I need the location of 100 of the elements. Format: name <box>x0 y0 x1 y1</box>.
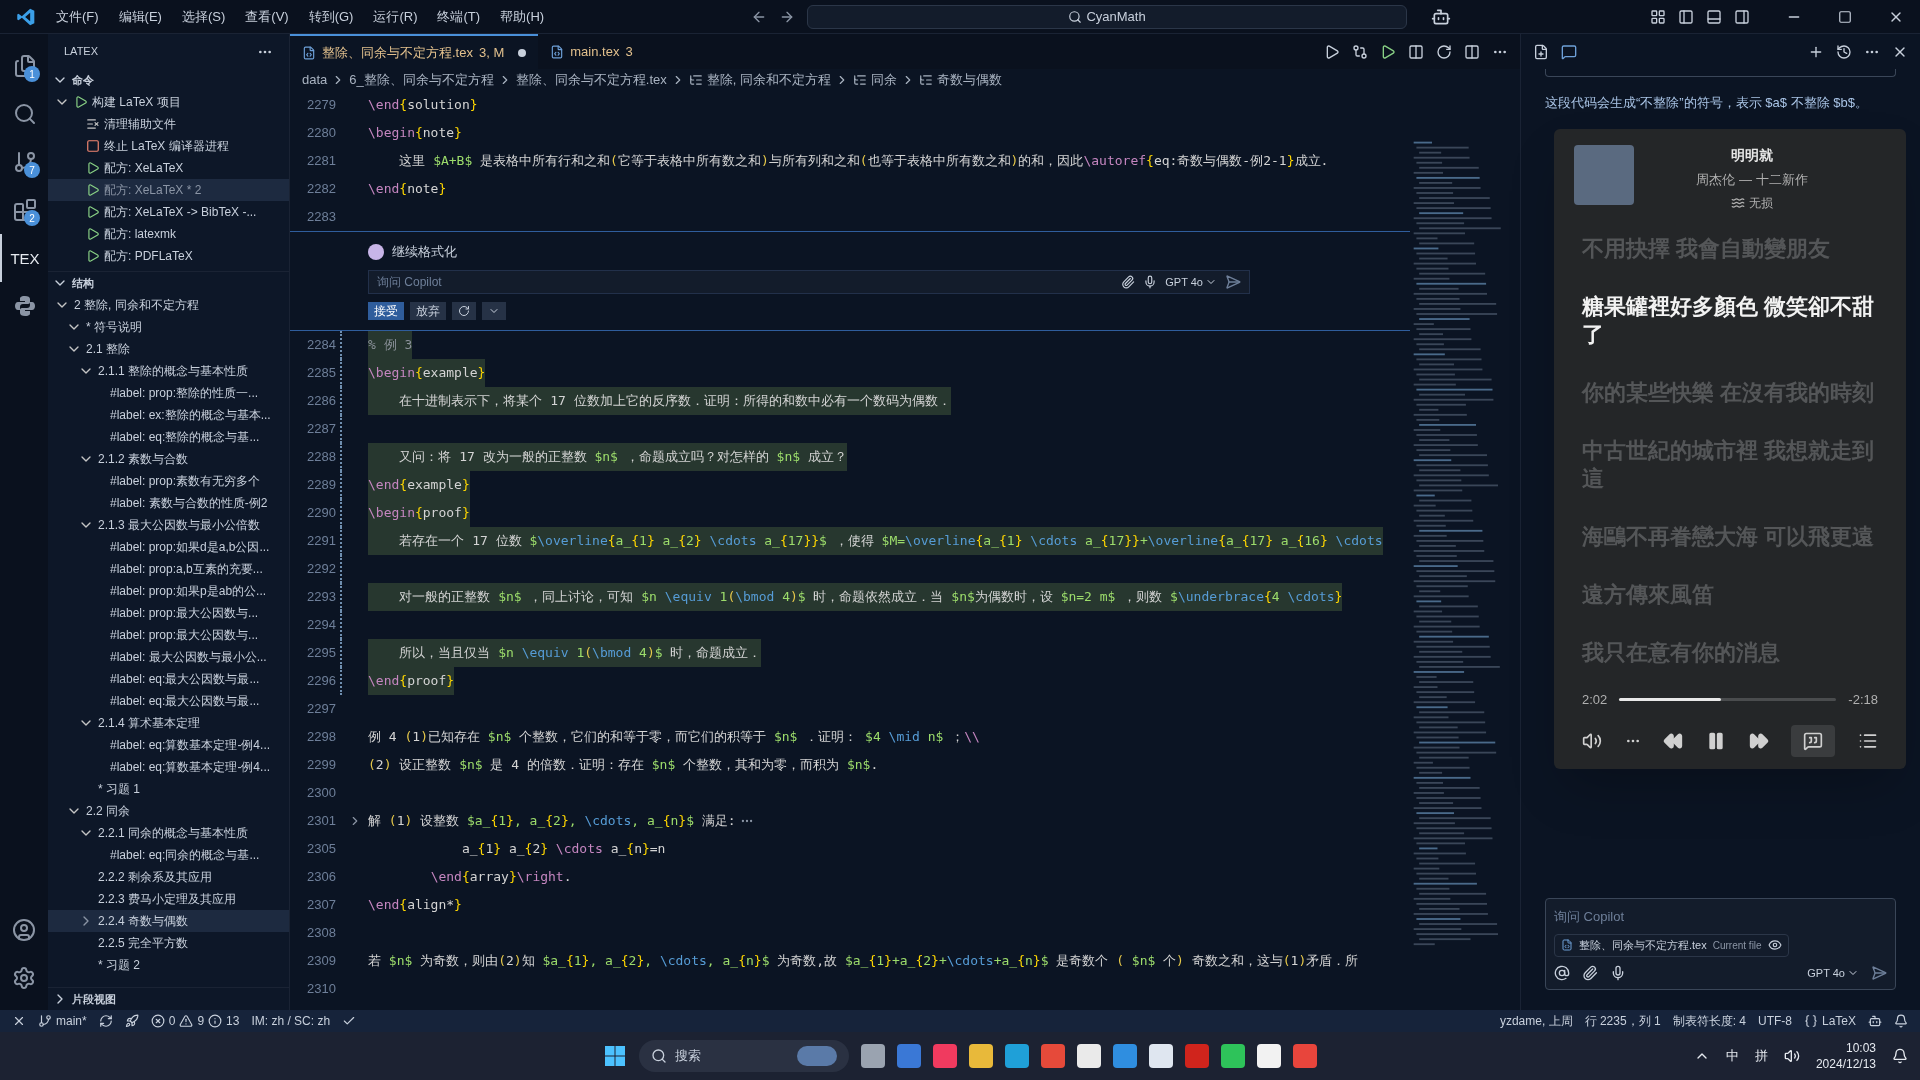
python-icon[interactable] <box>13 294 37 318</box>
extensions-icon[interactable] <box>13 198 37 222</box>
input-method-indicator[interactable]: 拼 <box>1754 1046 1768 1066</box>
settings-icon[interactable] <box>12 966 36 990</box>
discard-button[interactable]: 放弃 <box>410 301 446 320</box>
split-editor-icon[interactable] <box>1464 43 1480 60</box>
tree-item[interactable]: 2.1 整除 <box>48 338 289 360</box>
search-icon[interactable] <box>13 102 37 126</box>
tree-item[interactable]: * 习题 2 <box>48 954 289 976</box>
run-icon[interactable] <box>1324 43 1340 60</box>
volume-icon[interactable] <box>1582 731 1602 751</box>
send-icon[interactable] <box>1871 964 1887 981</box>
menu-item[interactable]: 文件(F) <box>48 6 107 27</box>
toggle-panel-icon[interactable] <box>1706 8 1722 25</box>
cursor-position[interactable]: 行 2235，列 1 <box>1584 1012 1661 1030</box>
check-icon[interactable] <box>342 1014 357 1028</box>
attach-icon[interactable] <box>1121 274 1136 289</box>
tree-item[interactable]: 清理辅助文件 <box>48 113 289 135</box>
language-mode[interactable]: LaTeX <box>1803 1012 1856 1030</box>
breadcrumb-item[interactable]: 奇数与偶数 <box>937 70 1002 90</box>
files-icon[interactable] <box>13 54 37 78</box>
maximize-icon[interactable] <box>1838 9 1852 24</box>
start-icon[interactable] <box>603 1044 627 1068</box>
copilot-input-field[interactable]: 询问 Copilot GPT 4o <box>368 269 1250 294</box>
history-icon[interactable] <box>1836 43 1852 60</box>
lyric-line[interactable]: 糖果罐裡好多顏色 微笑卻不甜了 <box>1582 292 1878 349</box>
tree-item[interactable]: #label: ex:整除的概念与基本... <box>48 404 289 426</box>
progress-track[interactable] <box>1619 697 1837 701</box>
section-header[interactable]: 片段视图 <box>48 988 289 1010</box>
tree-item[interactable]: 配方: XeLaTeX <box>48 157 289 179</box>
new-file-icon[interactable] <box>1533 43 1549 60</box>
editor-tab[interactable]: 整除、同余与不定方程.tex 3, M <box>290 34 539 69</box>
send-icon[interactable] <box>1225 273 1241 290</box>
tree-item[interactable]: * 习题 1 <box>48 778 289 800</box>
encoding[interactable]: UTF-8 <box>1757 1012 1792 1030</box>
command-search-field[interactable]: CyanMath <box>807 4 1408 29</box>
tree-item[interactable]: * 符号说明 <box>48 316 289 338</box>
volume-icon[interactable] <box>1783 1048 1800 1064</box>
dropdown-button[interactable] <box>482 301 506 320</box>
tree-item[interactable]: #label: eq:最大公因数与最... <box>48 668 289 690</box>
visibility-icon[interactable] <box>1767 938 1782 953</box>
tree-item[interactable]: 配方: XeLaTeX * 2 <box>48 179 289 201</box>
tex-icon[interactable]: TEX <box>10 250 40 266</box>
tree-item[interactable]: #label: prop:素数有无穷多个 <box>48 470 289 492</box>
tree-item[interactable]: 配方: latexmk <box>48 223 289 245</box>
tree-item[interactable]: #label: prop:a,b互素的充要... <box>48 558 289 580</box>
attach-icon[interactable] <box>1582 964 1598 981</box>
menu-item[interactable]: 运行(R) <box>365 6 426 27</box>
accept-button[interactable]: 接受 <box>368 301 404 320</box>
taskbar-search-field[interactable]: 搜索 <box>639 1040 849 1072</box>
input-method-indicator[interactable]: 中 <box>1725 1046 1739 1066</box>
breadcrumb-item[interactable]: 6_整除、同余与不定方程 <box>349 70 494 90</box>
chat-input-field[interactable]: 询问 Copilot 整除、同余与不定方程.tex Current file GPT 4o <box>1545 897 1896 990</box>
tree-item[interactable]: #label: eq:最大公因数与最... <box>48 690 289 712</box>
section-header[interactable]: 结构 <box>48 272 289 294</box>
tree-item[interactable]: #label: prop:如果p是ab的公... <box>48 580 289 602</box>
build-icon[interactable] <box>1380 43 1396 60</box>
file-chip[interactable]: 整除、同余与不定方程.tex Current file <box>1554 934 1789 957</box>
menu-item[interactable]: 帮助(H) <box>492 6 553 27</box>
tree-item[interactable]: #label: 最大公因数与最小公... <box>48 646 289 668</box>
tree-item[interactable]: #label: eq:算数基本定理-例4... <box>48 734 289 756</box>
chat-icon[interactable] <box>1561 43 1577 60</box>
tree-item[interactable]: #label: prop:如果d是a,b公因... <box>48 536 289 558</box>
editor-tab[interactable]: main.tex 3 <box>538 34 645 69</box>
breadcrumb-item[interactable]: data <box>302 70 328 90</box>
model-picker[interactable]: GPT 4o <box>1807 964 1859 981</box>
mic-icon[interactable] <box>1143 274 1158 289</box>
tree-item[interactable]: 终止 LaTeX 编译器进程 <box>48 135 289 157</box>
model-picker[interactable]: GPT 4o <box>1165 273 1217 290</box>
previous-icon[interactable] <box>1663 731 1684 751</box>
tree-item[interactable]: 2.1.4 算术基本定理 <box>48 712 289 734</box>
tree-item[interactable]: 2.2 同余 <box>48 800 289 822</box>
menu-item[interactable]: 转到(G) <box>300 6 362 27</box>
tree-item[interactable]: #label: prop:最大公因数与... <box>48 624 289 646</box>
menu-item[interactable]: 查看(V) <box>237 6 297 27</box>
breadcrumb-item[interactable]: 整除、同余与不定方程.tex <box>515 70 667 90</box>
remote-icon[interactable] <box>12 1014 26 1028</box>
tab-size[interactable]: 制表符长度: 4 <box>1672 1012 1746 1030</box>
tree-item[interactable]: 2 整除, 同余和不定方程 <box>48 294 289 316</box>
notifications-icon[interactable] <box>1894 1014 1908 1028</box>
tree-item[interactable]: #label: prop:最大公因数与... <box>48 602 289 624</box>
git-blame[interactable]: yzdame, 上周 <box>1499 1012 1573 1030</box>
playlist-icon[interactable] <box>1857 731 1878 751</box>
tree-item[interactable]: 2.2.1 同余的概念与基本性质 <box>48 822 289 844</box>
tree-item[interactable]: 2.1.2 素数与合数 <box>48 448 289 470</box>
next-icon[interactable] <box>1748 731 1769 751</box>
regenerate-button[interactable] <box>452 301 476 320</box>
breadcrumb-item[interactable]: 整除, 同余和不定方程 <box>706 70 831 90</box>
menu-item[interactable]: 终端(T) <box>429 6 489 27</box>
tree-item[interactable]: #label: eq:整除的概念与基... <box>48 426 289 448</box>
tree-item[interactable]: #label: prop:整除的性质一... <box>48 382 289 404</box>
tree-item[interactable]: #label: 素数与合数的性质-例2 <box>48 492 289 514</box>
menu-item[interactable]: 选择(S) <box>173 6 234 27</box>
menu-item[interactable]: 编辑(E) <box>110 6 170 27</box>
rocket-icon[interactable] <box>124 1014 139 1028</box>
problems-indicator[interactable]: 0 9 13 <box>150 1012 240 1030</box>
tree-item[interactable]: #label: eq:算数基本定理-例4... <box>48 756 289 778</box>
tree-item[interactable]: 2.1.1 整除的概念与基本性质 <box>48 360 289 382</box>
sync-icon[interactable] <box>98 1014 113 1028</box>
notifications-icon[interactable] <box>1892 1048 1908 1064</box>
